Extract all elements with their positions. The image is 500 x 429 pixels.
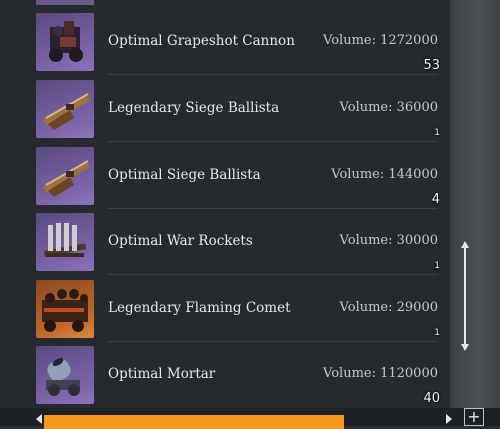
war-rockets-icon [36, 213, 94, 271]
grapeshot-cannon-icon [36, 13, 94, 71]
siege-ballista-icon [36, 147, 94, 205]
action-button[interactable] [44, 415, 344, 429]
divider [108, 74, 438, 75]
quantity-badge: 4 [431, 192, 440, 207]
scrollbar[interactable] [461, 241, 469, 351]
background-scene [448, 0, 500, 426]
list-item[interactable]: 53 Optimal Grapeshot Cannon Volume: 1272… [36, 13, 442, 75]
item-name: Legendary Flaming Comet [108, 300, 291, 316]
quantity-badge: 40 [423, 391, 440, 406]
scroll-down-arrow-icon[interactable] [461, 344, 469, 351]
quantity-badge: 1 [434, 261, 440, 271]
item-name: Legendary Siege Ballista [108, 100, 280, 116]
item-name: Optimal Grapeshot Cannon [108, 33, 295, 49]
right-arrow-icon[interactable] [446, 414, 452, 424]
quantity-badge: 53 [423, 58, 440, 73]
item-name: Optimal Siege Ballista [108, 167, 261, 183]
quantity-badge: 1 [434, 128, 440, 138]
item-name: Optimal Mortar [108, 366, 216, 382]
item-volume: Volume: 1272000 [323, 33, 438, 48]
quantity-badge: 1 [434, 328, 440, 338]
scroll-track[interactable] [464, 247, 466, 345]
list-item[interactable]: 1 Legendary Siege Ballista Volume: 36000 [36, 80, 442, 142]
item-name: Optimal War Rockets [108, 233, 253, 249]
item-volume: Volume: 29000 [339, 300, 438, 315]
divider [108, 274, 438, 275]
list-item[interactable]: 40 Optimal Mortar Volume: 1120000 [36, 346, 442, 406]
divider [108, 141, 438, 142]
item-volume: Volume: 1120000 [323, 366, 438, 381]
list-item[interactable]: 1 Optimal War Rockets Volume: 30000 [36, 213, 442, 275]
divider [108, 208, 438, 209]
left-arrow-icon[interactable] [36, 414, 42, 424]
add-button[interactable]: + [464, 408, 484, 426]
item-volume: Volume: 30000 [339, 233, 438, 248]
item-volume: Volume: 36000 [339, 100, 438, 115]
mortar-icon [36, 346, 94, 404]
previous-item-edge [36, 0, 94, 5]
item-volume: Volume: 144000 [331, 167, 438, 182]
inventory-panel: 53 Optimal Grapeshot Cannon Volume: 1272… [0, 0, 450, 408]
flaming-comet-icon [36, 280, 94, 338]
divider [108, 341, 438, 342]
list-item[interactable]: 1 Legendary Flaming Comet Volume: 29000 [36, 280, 442, 342]
siege-ballista-icon [36, 80, 94, 138]
list-item[interactable]: 4 Optimal Siege Ballista Volume: 144000 [36, 147, 442, 209]
